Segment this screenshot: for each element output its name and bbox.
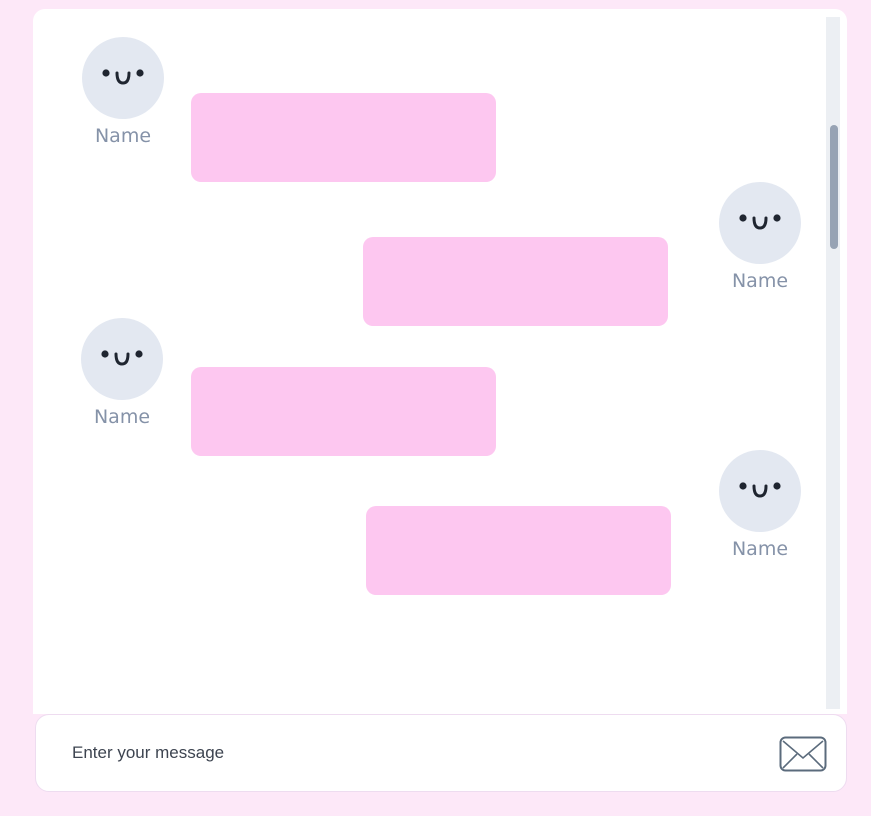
message-4-sender: Name [715,450,805,560]
message-1-sender: Name [78,37,168,147]
smiley-face-icon [739,214,781,230]
avatar [719,450,801,532]
smiley-face-icon [739,482,781,498]
message-composer [35,714,847,792]
message-2-sender: Name [715,182,805,292]
message-bubble [363,237,668,326]
send-button[interactable] [779,736,827,772]
scrollbar-thumb[interactable] [830,125,838,249]
smiley-face-icon [102,69,144,85]
envelope-icon [779,736,827,772]
avatar [81,318,163,400]
avatar [82,37,164,119]
message-bubble [366,506,671,595]
message-bubble [191,367,496,456]
scrollbar-track[interactable] [826,17,840,709]
sender-name: Name [731,538,789,560]
sender-name: Name [94,125,152,147]
sender-name: Name [93,406,151,428]
message-bubble [191,93,496,182]
message-3-sender: Name [77,318,167,428]
sender-name: Name [731,270,789,292]
smiley-face-icon [101,350,143,366]
avatar [719,182,801,264]
message-input[interactable] [72,733,762,773]
